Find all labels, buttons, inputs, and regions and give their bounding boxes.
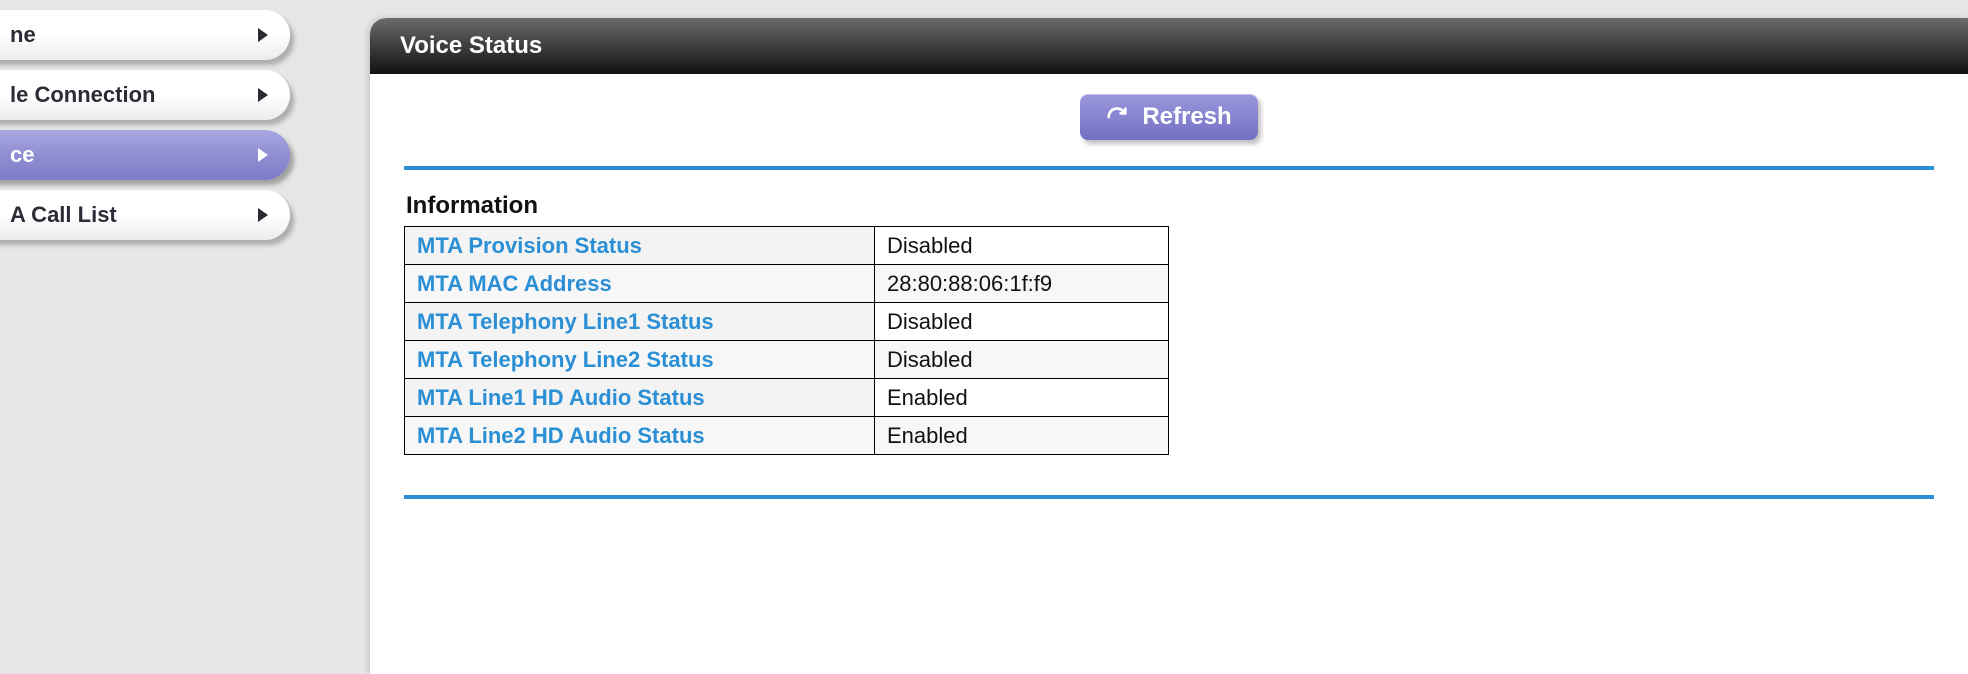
- main-panel: Voice Status Refresh Information MTA Pro…: [370, 18, 1968, 674]
- chevron-right-icon: [258, 208, 268, 222]
- chevron-right-icon: [258, 88, 268, 102]
- refresh-wrap: Refresh: [404, 94, 1934, 140]
- sidebar: ne le Connection ce A Call List: [0, 10, 290, 250]
- table-row: MTA Telephony Line1 Status Disabled: [405, 303, 1169, 341]
- table-row: MTA Line2 HD Audio Status Enabled: [405, 417, 1169, 455]
- table-row: MTA MAC Address 28:80:88:06:1f:f9: [405, 265, 1169, 303]
- sidebar-item-0[interactable]: ne: [0, 10, 290, 60]
- info-val: Enabled: [875, 417, 1169, 455]
- panel-body: Refresh Information MTA Provision Status…: [370, 74, 1968, 499]
- sidebar-item-3[interactable]: A Call List: [0, 190, 290, 240]
- chevron-right-icon: [258, 28, 268, 42]
- panel-header: Voice Status: [370, 18, 1968, 74]
- info-key: MTA Line1 HD Audio Status: [405, 379, 875, 417]
- refresh-label: Refresh: [1142, 103, 1231, 131]
- info-table: MTA Provision Status Disabled MTA MAC Ad…: [404, 226, 1169, 455]
- table-row: MTA Provision Status Disabled: [405, 227, 1169, 265]
- info-val: 28:80:88:06:1f:f9: [875, 265, 1169, 303]
- info-key: MTA MAC Address: [405, 265, 875, 303]
- info-key: MTA Telephony Line1 Status: [405, 303, 875, 341]
- chevron-right-icon: [258, 148, 268, 162]
- divider: [404, 495, 1934, 499]
- sidebar-item-1[interactable]: le Connection: [0, 70, 290, 120]
- info-key: MTA Telephony Line2 Status: [405, 341, 875, 379]
- section-title: Information: [406, 192, 1934, 220]
- divider: [404, 166, 1934, 170]
- sidebar-item-label: ne: [10, 22, 290, 48]
- refresh-icon: [1106, 106, 1128, 128]
- refresh-button[interactable]: Refresh: [1080, 94, 1257, 140]
- sidebar-item-label: le Connection: [10, 82, 290, 108]
- table-row: MTA Telephony Line2 Status Disabled: [405, 341, 1169, 379]
- info-key: MTA Line2 HD Audio Status: [405, 417, 875, 455]
- sidebar-item-label: A Call List: [10, 202, 290, 228]
- info-key: MTA Provision Status: [405, 227, 875, 265]
- sidebar-item-2[interactable]: ce: [0, 130, 290, 180]
- table-row: MTA Line1 HD Audio Status Enabled: [405, 379, 1169, 417]
- info-val: Disabled: [875, 341, 1169, 379]
- sidebar-item-label: ce: [10, 142, 290, 168]
- info-val: Disabled: [875, 227, 1169, 265]
- info-val: Enabled: [875, 379, 1169, 417]
- info-val: Disabled: [875, 303, 1169, 341]
- panel-title: Voice Status: [400, 32, 542, 60]
